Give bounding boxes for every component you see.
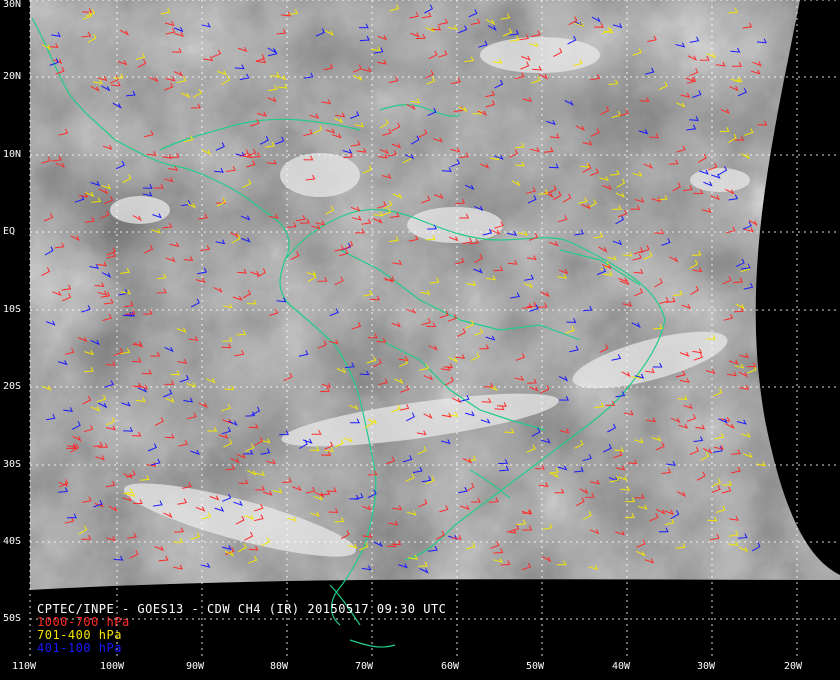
lat-label-30s: 30S xyxy=(3,459,22,470)
lon-label-100w: 100W xyxy=(100,661,125,672)
lat-label-40s: 40S xyxy=(3,536,22,547)
satellite-disk xyxy=(30,0,840,590)
lon-label-60w: 60W xyxy=(441,661,460,672)
lon-label-50w: 50W xyxy=(526,661,545,672)
satellite-map-viewer: 30N 20N 10N EQ 10S 20S 30S 40S 50S 110W … xyxy=(0,0,840,680)
lon-label-30w: 30W xyxy=(697,661,716,672)
lat-label-20s: 20S xyxy=(3,381,22,392)
lat-label-eq: EQ xyxy=(3,226,16,237)
lon-label-20w: 20W xyxy=(784,661,803,672)
legend-high-level: 401-100 hPa xyxy=(37,641,122,655)
lon-label-110w: 110W xyxy=(12,661,37,672)
satellite-image xyxy=(29,0,840,660)
lat-label-50s: 50S xyxy=(3,613,22,624)
lon-label-80w: 80W xyxy=(270,661,289,672)
lon-label-90w: 90W xyxy=(186,661,205,672)
lon-label-70w: 70W xyxy=(355,661,374,672)
lat-label-20n: 20N xyxy=(3,71,22,82)
lat-label-10n: 10N xyxy=(3,149,22,160)
lat-label-30n: 30N xyxy=(3,0,22,10)
image-caption: CPTEC/INPE - GOES13 - CDW CH4 (IR) 20150… xyxy=(37,603,446,655)
lat-label-10s: 10S xyxy=(3,304,22,315)
lon-label-40w: 40W xyxy=(612,661,631,672)
